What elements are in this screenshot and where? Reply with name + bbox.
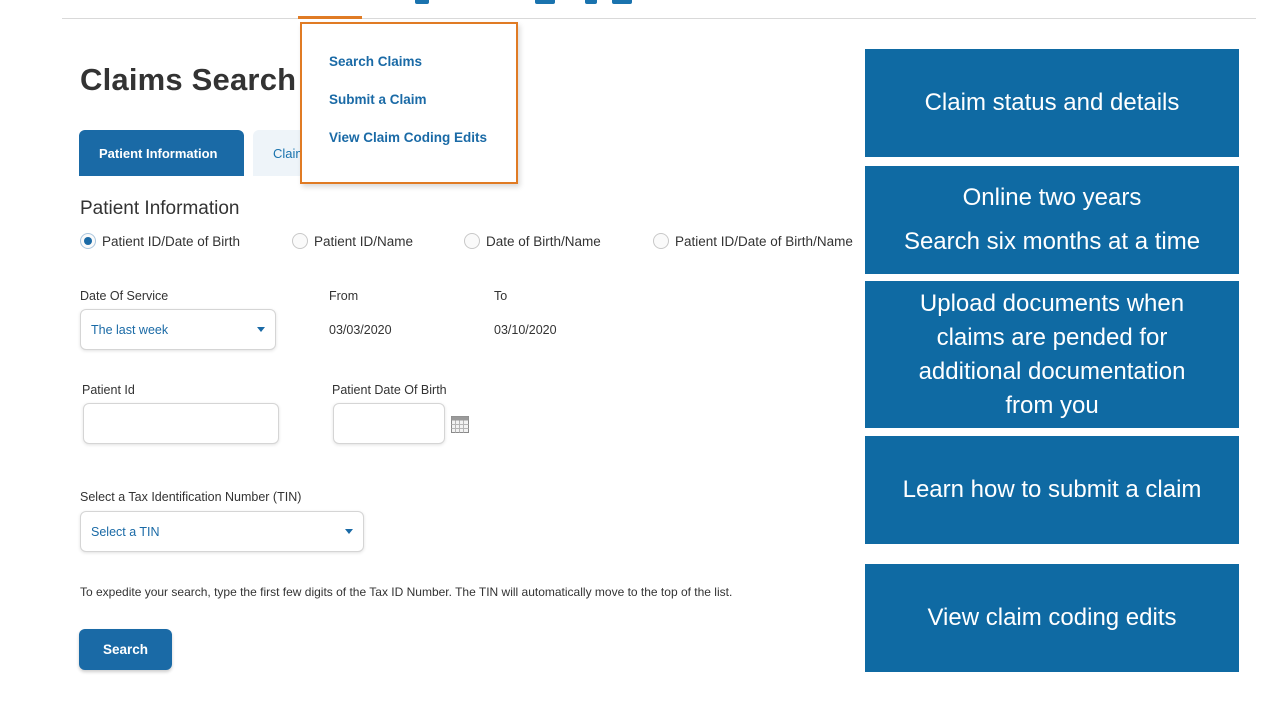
radio-button[interactable] (464, 233, 480, 249)
radio-label: Patient ID/Date of Birth (102, 233, 241, 249)
callout-view-coding-edits: View claim coding edits (865, 564, 1239, 672)
radio-patient-id-dob[interactable]: Patient ID/Date of Birth (80, 233, 240, 249)
callout-line: claims are pended for (936, 323, 1168, 351)
callout-line: Upload documents when (919, 289, 1185, 317)
callout-line: from you (1005, 391, 1099, 419)
from-date-value: 03/03/2020 (329, 323, 392, 337)
page-title: Claims Search (80, 62, 297, 97)
tin-label: Select a Tax Identification Number (TIN) (80, 490, 302, 504)
to-date-value: 03/10/2020 (494, 323, 557, 337)
radio-patient-id-dob-name[interactable]: Patient ID/Date of Birth/Name (653, 233, 853, 249)
section-title-patient-information: Patient Information (80, 198, 240, 219)
from-label: From (329, 289, 359, 303)
callout-line: View claim coding edits (927, 604, 1177, 631)
radio-button-selected[interactable] (80, 233, 96, 249)
top-nav-divider (62, 18, 1256, 19)
callout-line: Online two years (962, 184, 1142, 211)
top-nav-active-indicator (298, 16, 362, 19)
callout-claim-status: Claim status and details (865, 49, 1239, 157)
callout-line: Claim status and details (924, 89, 1180, 116)
radio-button[interactable] (292, 233, 308, 249)
patient-dob-label: Patient Date Of Birth (332, 383, 447, 397)
radio-patient-id-name[interactable]: Patient ID/Name (292, 233, 413, 249)
callout-online-two-years: Online two years Search six months at a … (865, 166, 1239, 274)
menu-item-submit-claim[interactable]: Submit a Claim (329, 92, 427, 107)
radio-button[interactable] (653, 233, 669, 249)
calendar-icon[interactable] (451, 416, 469, 433)
tin-hint-text: To expedite your search, type the first … (80, 585, 733, 599)
chevron-down-icon (345, 528, 353, 534)
top-nav-fragment (535, 0, 555, 4)
callout-learn-submit: Learn how to submit a claim (865, 436, 1239, 544)
search-option-group: Patient ID/Date of Birth Patient ID/Name… (80, 233, 870, 253)
patient-id-input[interactable] (83, 403, 279, 444)
radio-label: Date of Birth/Name (486, 233, 601, 249)
top-nav-fragment (585, 0, 597, 4)
callout-line: Learn how to submit a claim (902, 476, 1202, 503)
menu-item-view-claim-coding-edits[interactable]: View Claim Coding Edits (329, 130, 487, 145)
patient-dob-input[interactable] (333, 403, 445, 444)
radio-dob-name[interactable]: Date of Birth/Name (464, 233, 601, 249)
search-button[interactable]: Search (79, 629, 172, 670)
tin-select-value: Select a TIN (91, 524, 160, 539)
date-of-service-select[interactable]: The last week (80, 309, 276, 350)
radio-label: Patient ID/Date of Birth/Name (675, 233, 853, 249)
menu-item-search-claims[interactable]: Search Claims (329, 54, 422, 69)
callout-line: additional documentation (918, 357, 1186, 385)
callout-line: Search six months at a time (903, 228, 1201, 255)
callout-upload-documents: Upload documents when claims are pended … (865, 281, 1239, 428)
claims-dropdown-menu: Search Claims Submit a Claim View Claim … (300, 22, 518, 184)
tin-select[interactable]: Select a TIN (80, 511, 364, 552)
to-label: To (494, 289, 508, 303)
top-nav-fragment (612, 0, 632, 4)
date-of-service-label: Date Of Service (80, 289, 169, 303)
patient-id-label: Patient Id (82, 383, 135, 397)
radio-label: Patient ID/Name (314, 233, 414, 249)
tab-patient-information[interactable]: Patient Information (79, 130, 244, 176)
date-of-service-value: The last week (91, 322, 169, 337)
chevron-down-icon (257, 326, 265, 332)
top-nav-fragment (415, 0, 429, 4)
